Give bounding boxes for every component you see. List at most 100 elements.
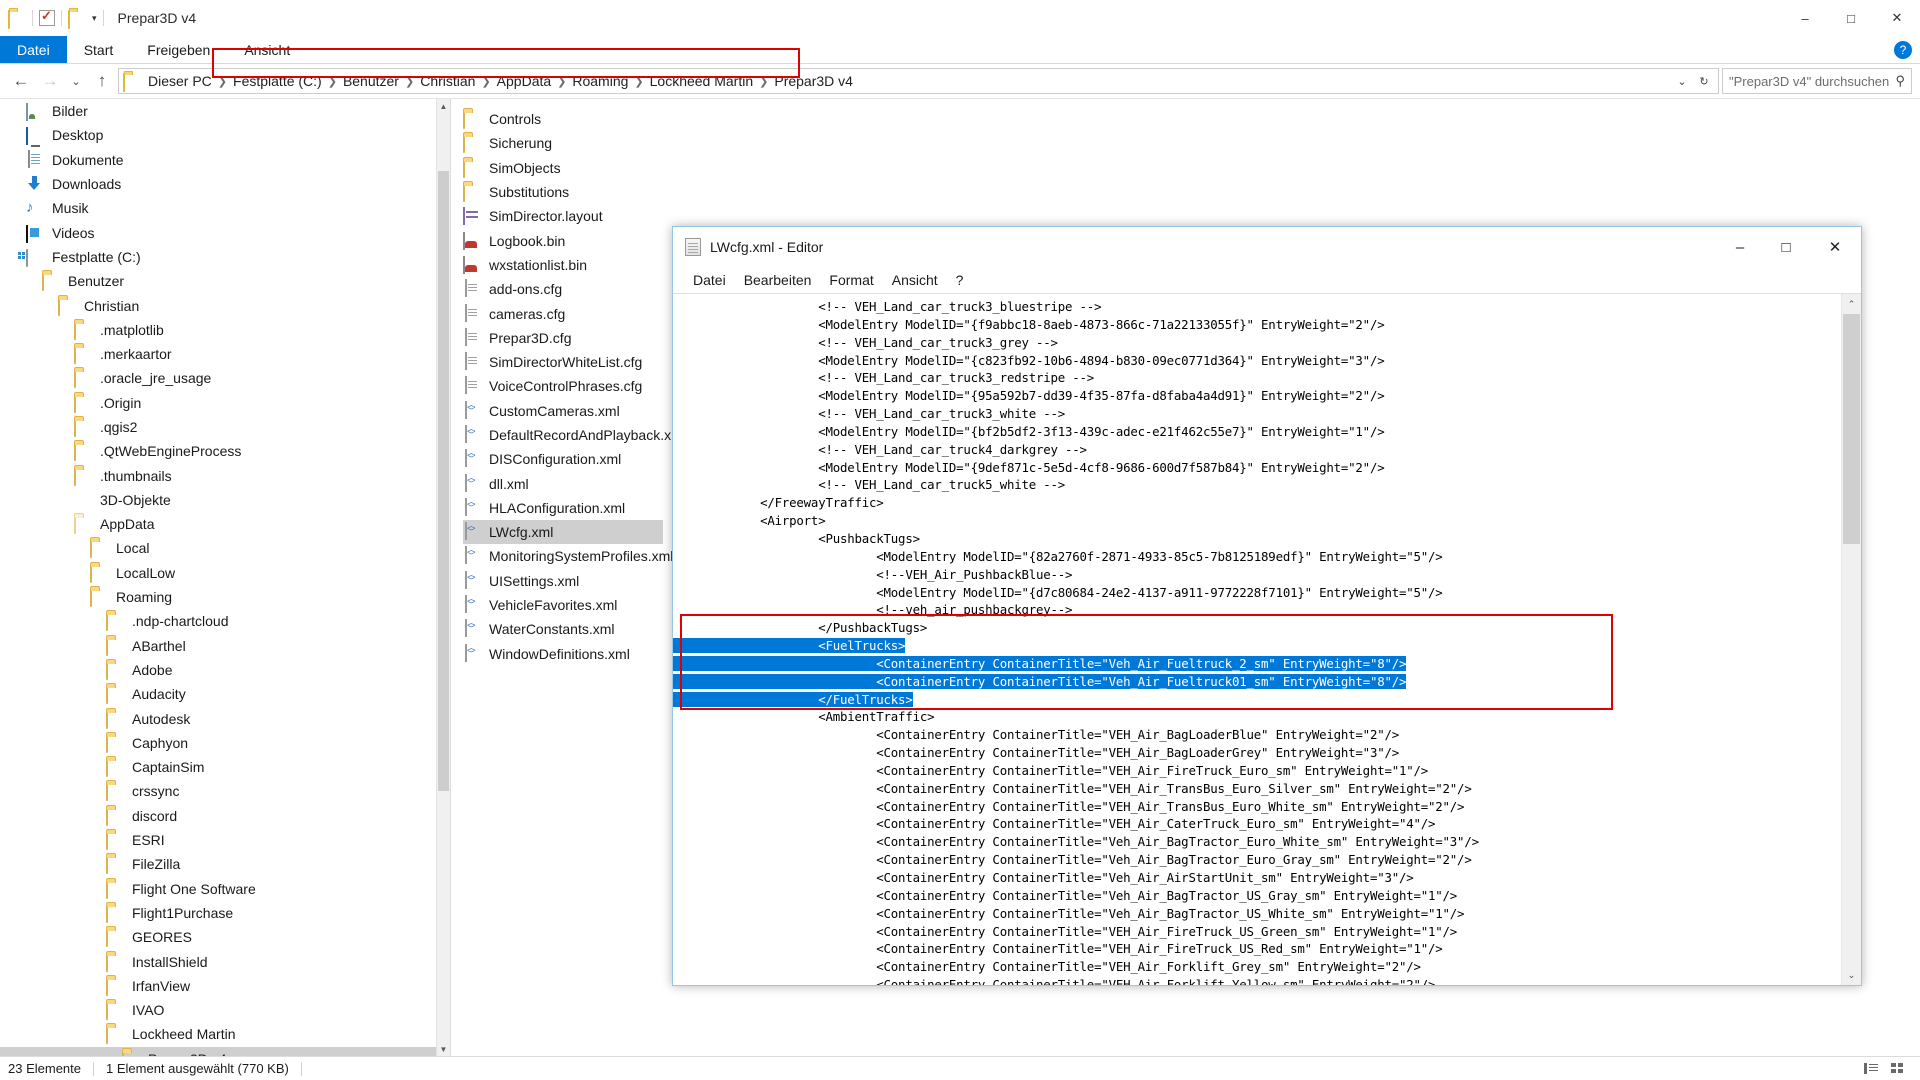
nav-item[interactable]: ESRI <box>0 828 436 852</box>
nav-item[interactable]: Local <box>0 536 436 560</box>
breadcrumb-item[interactable]: Festplatte (C:) <box>228 73 327 89</box>
file-item[interactable]: SimDirector.layout <box>463 204 663 228</box>
minimize-button[interactable]: – <box>1782 0 1828 36</box>
notepad-scrollbar[interactable]: ⌃ ⌄ <box>1841 294 1861 985</box>
nav-item[interactable]: Downloads <box>0 172 436 196</box>
file-item[interactable]: MonitoringSystemProfiles.xml <box>463 544 673 568</box>
menu-help[interactable]: ? <box>947 272 973 288</box>
notepad-minimize-button[interactable]: – <box>1717 227 1763 267</box>
breadcrumb-item[interactable]: Roaming <box>567 73 633 89</box>
nav-item[interactable]: Caphyon <box>0 731 436 755</box>
file-item[interactable]: VehicleFavorites.xml <box>463 593 663 617</box>
breadcrumb-item[interactable]: Benutzer <box>338 73 404 89</box>
file-item[interactable]: dll.xml <box>463 471 663 495</box>
nav-item[interactable]: Festplatte (C:) <box>0 245 436 269</box>
menu-format[interactable]: Format <box>820 272 882 288</box>
nav-item[interactable]: Desktop <box>0 123 436 147</box>
up-button[interactable]: ↑ <box>89 68 115 94</box>
recent-locations-button[interactable]: ⌄ <box>66 68 86 94</box>
nav-item[interactable]: Bilder <box>0 99 436 123</box>
file-item[interactable]: HLAConfiguration.xml <box>463 496 663 520</box>
file-item[interactable]: cameras.cfg <box>463 301 663 325</box>
nav-item[interactable]: LocalLow <box>0 561 436 585</box>
chevron-down-icon[interactable]: ⌄ <box>1672 70 1692 92</box>
file-item[interactable]: SimObjects <box>463 156 663 180</box>
refresh-icon[interactable]: ↻ <box>1694 70 1714 92</box>
file-item[interactable]: wxstationlist.bin <box>463 253 663 277</box>
file-item[interactable]: CustomCameras.xml <box>463 399 663 423</box>
nav-item[interactable]: GEORES <box>0 925 436 949</box>
file-item[interactable]: UISettings.xml <box>463 569 663 593</box>
nav-item[interactable]: ♪ Musik <box>0 196 436 220</box>
file-item[interactable]: SimDirectorWhiteList.cfg <box>463 350 663 374</box>
nav-item[interactable]: .qgis2 <box>0 415 436 439</box>
forward-button[interactable]: → <box>37 68 63 94</box>
file-item[interactable]: WaterConstants.xml <box>463 617 663 641</box>
nav-item[interactable]: Roaming <box>0 585 436 609</box>
file-item[interactable]: VoiceControlPhrases.cfg <box>463 374 663 398</box>
nav-item[interactable]: Audacity <box>0 682 436 706</box>
file-item[interactable]: Sicherung <box>463 131 663 155</box>
maximize-button[interactable]: □ <box>1828 0 1874 36</box>
scroll-up-icon[interactable]: ▲ <box>437 99 450 113</box>
tiles-view-icon[interactable] <box>1886 1060 1908 1078</box>
back-button[interactable]: ← <box>8 68 34 94</box>
tab-freigeben[interactable]: Freigeben <box>130 36 227 63</box>
nav-item[interactable]: InstallShield <box>0 949 436 973</box>
navigation-scrollbar[interactable]: ▲ ▼ <box>436 99 450 1056</box>
nav-item[interactable]: CaptainSim <box>0 755 436 779</box>
close-button[interactable]: ✕ <box>1874 0 1920 36</box>
nav-item[interactable]: Christian <box>0 293 436 317</box>
properties-checkbox-icon[interactable] <box>39 8 55 26</box>
nav-item[interactable]: Flight1Purchase <box>0 901 436 925</box>
nav-item[interactable]: Flight One Software <box>0 877 436 901</box>
scroll-up-icon[interactable]: ⌃ <box>1842 294 1861 314</box>
nav-item[interactable]: Autodesk <box>0 706 436 730</box>
xml-content[interactable]: <!-- VEH_Land_car_truck3_bluestripe --> … <box>673 298 1841 985</box>
nav-item[interactable]: .QtWebEngineProcess <box>0 439 436 463</box>
nav-item-selected[interactable]: Prepar3D v4 <box>0 1046 436 1056</box>
file-item-selected[interactable]: LWcfg.xml <box>463 520 663 545</box>
scroll-down-icon[interactable]: ⌄ <box>1842 965 1861 985</box>
new-folder-icon[interactable] <box>68 9 86 29</box>
file-item[interactable]: add-ons.cfg <box>463 277 663 301</box>
chevron-down-icon[interactable]: ▾ <box>92 13 97 24</box>
folder-icon[interactable] <box>8 9 26 29</box>
nav-item[interactable]: FileZilla <box>0 852 436 876</box>
nav-item[interactable]: IrfanView <box>0 974 436 998</box>
tab-ansicht[interactable]: Ansicht <box>227 36 307 63</box>
nav-item[interactable]: .thumbnails <box>0 463 436 487</box>
nav-item[interactable]: crssync <box>0 779 436 803</box>
scroll-thumb[interactable] <box>1843 314 1860 544</box>
file-item[interactable]: Controls <box>463 107 663 131</box>
nav-item[interactable]: Dokumente <box>0 148 436 172</box>
search-input[interactable]: "Prepar3D v4" durchsuchen ⚲ <box>1722 68 1912 94</box>
notepad-maximize-button[interactable]: □ <box>1763 227 1809 267</box>
help-button[interactable]: ? <box>1886 32 1920 68</box>
breadcrumb-item[interactable]: Lockheed Martin <box>645 73 759 89</box>
file-item[interactable]: DefaultRecordAndPlayback.xml <box>463 423 686 447</box>
notepad-close-button[interactable]: ✕ <box>1809 227 1861 267</box>
tab-start[interactable]: Start <box>67 36 131 63</box>
nav-item[interactable]: .ndp-chartcloud <box>0 609 436 633</box>
nav-item[interactable]: ABarthel <box>0 634 436 658</box>
file-item[interactable]: Prepar3D.cfg <box>463 326 663 350</box>
nav-item[interactable]: Videos <box>0 220 436 244</box>
address-bar[interactable]: Dieser PC ❯ Festplatte (C:) ❯ Benutzer ❯ Chris… <box>118 68 1719 94</box>
nav-item[interactable]: Adobe <box>0 658 436 682</box>
breadcrumb-item[interactable]: Christian <box>415 73 480 89</box>
nav-item[interactable]: .matplotlib <box>0 318 436 342</box>
nav-item[interactable]: discord <box>0 804 436 828</box>
nav-item[interactable]: Benutzer <box>0 269 436 293</box>
menu-datei[interactable]: Datei <box>684 272 735 288</box>
menu-bearbeiten[interactable]: Bearbeiten <box>735 272 821 288</box>
menu-ansicht[interactable]: Ansicht <box>883 272 947 288</box>
breadcrumb-item[interactable]: AppData <box>492 73 556 89</box>
nav-item[interactable]: IVAO <box>0 998 436 1022</box>
nav-item[interactable]: .merkaartor <box>0 342 436 366</box>
nav-item[interactable]: .oracle_jre_usage <box>0 366 436 390</box>
scroll-thumb[interactable] <box>438 171 449 791</box>
file-item[interactable]: WindowDefinitions.xml <box>463 642 663 666</box>
notepad-text-area[interactable]: <!-- VEH_Land_car_truck3_bluestripe --> … <box>673 293 1861 985</box>
nav-item[interactable]: Lockheed Martin <box>0 1022 436 1046</box>
